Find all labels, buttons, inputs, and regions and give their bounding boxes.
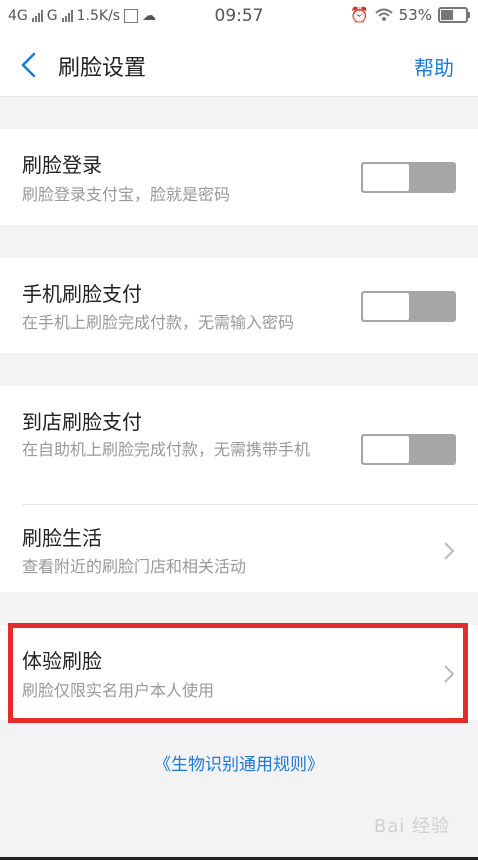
setting-subtitle: 在手机上刷脸完成付款，无需输入密码 [22, 313, 295, 332]
settings-card-phone-pay: 手机刷脸支付 在手机上刷脸完成付款，无需输入密码 [0, 258, 478, 353]
setting-row-phone-pay: 手机刷脸支付 在手机上刷脸完成付款，无需输入密码 [0, 258, 478, 353]
alarm-icon: ⏰ [349, 6, 369, 24]
face-login-toggle[interactable] [361, 162, 456, 193]
setting-title: 刷脸生活 [22, 526, 102, 550]
battery-icon [438, 7, 470, 23]
phone-pay-toggle[interactable] [361, 291, 456, 322]
setting-row-store-pay: 到店刷脸支付 在自助机上刷脸完成付款，无需携带手机 [0, 386, 478, 503]
setting-title: 手机刷脸支付 [22, 282, 142, 306]
help-button[interactable]: 帮助 [414, 52, 454, 81]
back-arrow-icon[interactable] [18, 52, 40, 78]
page-title: 刷脸设置 [58, 56, 147, 81]
toggle-knob [363, 293, 409, 320]
watermark-text: Bai 经验 [373, 816, 450, 837]
toggle-knob [363, 436, 409, 463]
settings-card-store: 到店刷脸支付 在自助机上刷脸完成付款，无需携带手机 刷脸生活 查看附近的刷脸门店… [0, 386, 478, 592]
navigation-bar: 刷脸设置 帮助 [0, 34, 478, 97]
chevron-right-icon [444, 542, 455, 560]
settings-card-login: 刷脸登录 刷脸登录支付宝，脸就是密码 [0, 129, 478, 225]
baidu-watermark: Bai 经验 [374, 812, 450, 838]
battery-percent: 53% [398, 6, 432, 24]
setting-row-face-login: 刷脸登录 刷脸登录支付宝，脸就是密码 [0, 129, 478, 225]
highlight-box [8, 623, 468, 723]
setting-subtitle: 刷脸登录支付宝，脸就是密码 [22, 185, 231, 204]
status-bar: 4G G 1.5K/s ☁ 09:57 ⏰ 53% [0, 0, 478, 34]
setting-subtitle: 查看附近的刷脸门店和相关活动 [22, 557, 247, 576]
store-pay-toggle[interactable] [361, 434, 456, 465]
setting-title: 刷脸登录 [22, 153, 102, 177]
biometric-rules-link[interactable]: 《生物识别通用规则》 [0, 750, 478, 775]
wifi-icon [374, 8, 393, 21]
setting-row-face-life[interactable]: 刷脸生活 查看附近的刷脸门店和相关活动 [0, 505, 478, 592]
toggle-knob [363, 164, 409, 191]
setting-title: 到店刷脸支付 [22, 410, 142, 434]
battery-level [441, 10, 453, 20]
status-right: ⏰ 53% [349, 6, 470, 24]
setting-subtitle: 在自助机上刷脸完成付款，无需携带手机 [22, 440, 311, 459]
